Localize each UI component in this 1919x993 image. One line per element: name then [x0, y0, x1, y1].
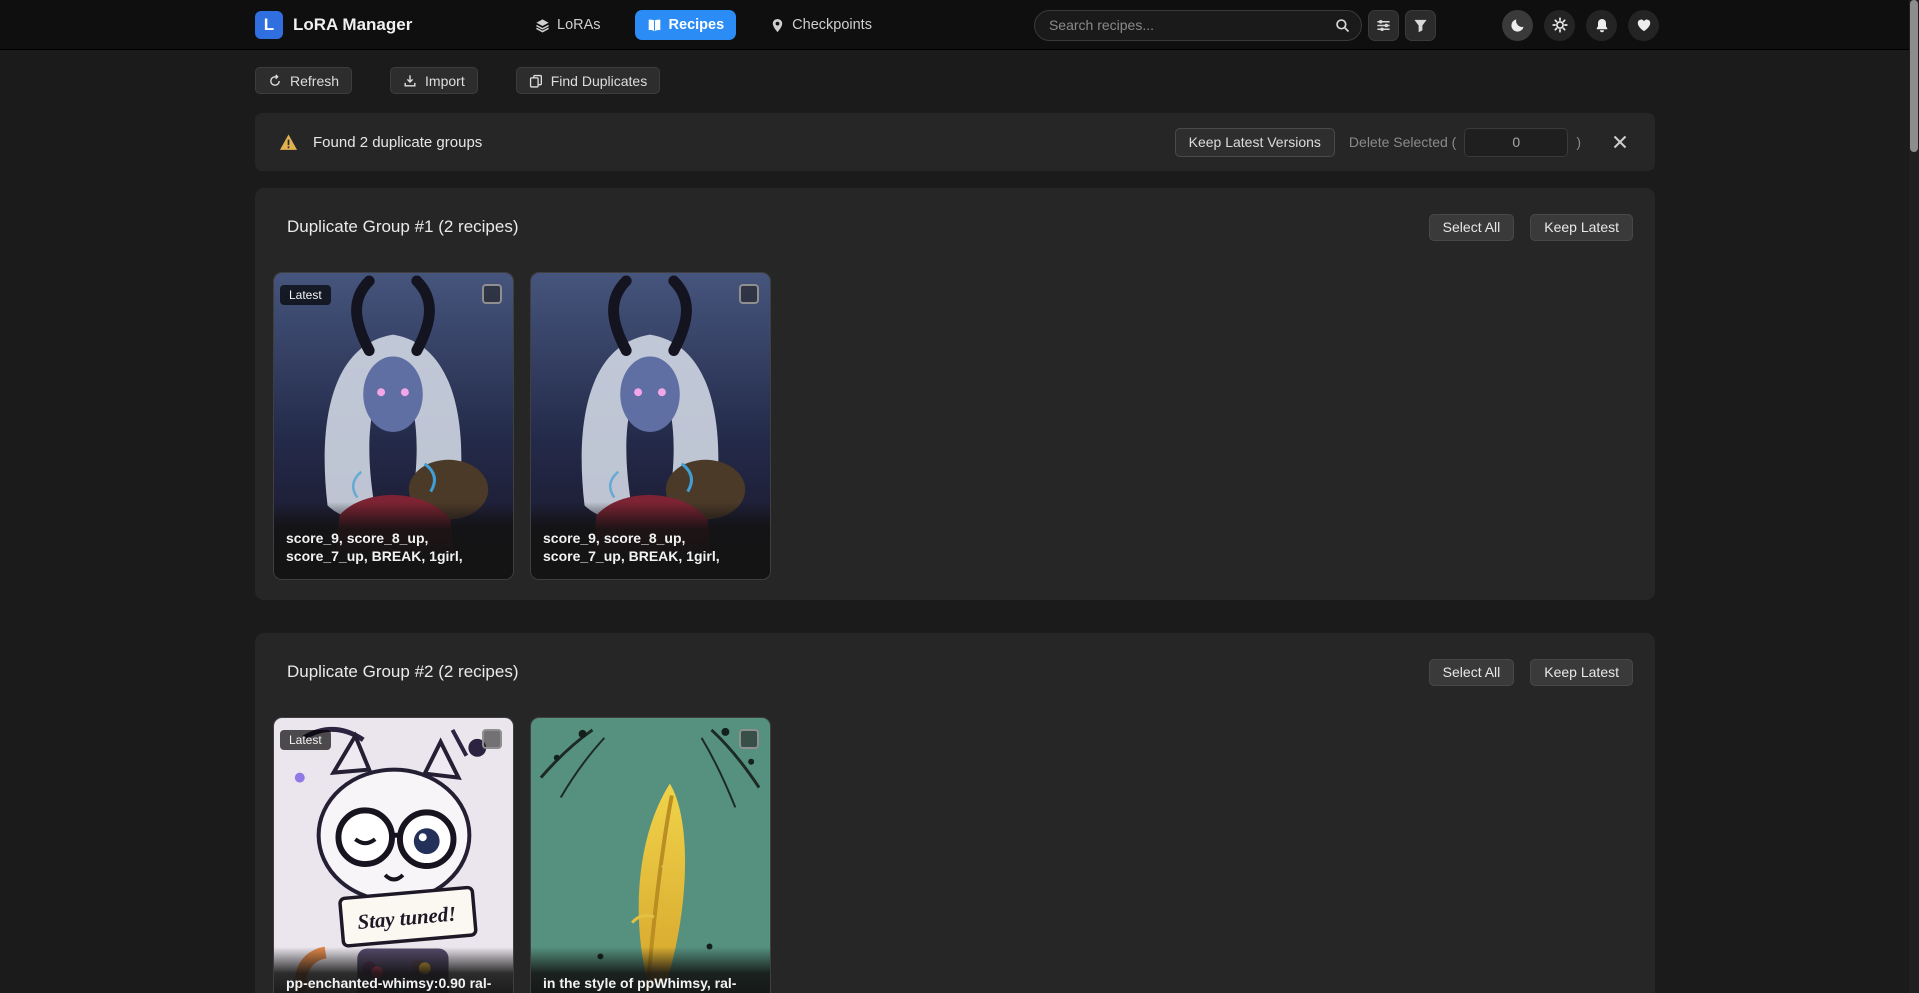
latest-badge: Latest — [280, 730, 331, 750]
card-checkbox[interactable] — [739, 729, 759, 749]
page: L LoRA Manager LoRAs — [0, 0, 1919, 993]
app-header: L LoRA Manager LoRAs — [0, 0, 1919, 50]
filter-button[interactable] — [1405, 10, 1436, 41]
layers-icon — [535, 18, 550, 33]
recipe-card[interactable]: Stay tuned! Latest — [273, 717, 514, 993]
notifications-button[interactable] — [1586, 10, 1617, 41]
keep-latest-versions-button[interactable]: Keep Latest Versions — [1175, 128, 1335, 157]
card-checkbox[interactable] — [482, 284, 502, 304]
scrollbar-track[interactable] — [1909, 0, 1919, 993]
delete-selected-suffix: ) — [1576, 134, 1581, 150]
bell-icon — [1594, 17, 1610, 33]
nav-tab-recipes[interactable]: Recipes — [635, 10, 737, 40]
copy-icon — [529, 74, 543, 88]
scrollbar-thumb[interactable] — [1910, 0, 1918, 152]
refresh-label: Refresh — [290, 73, 339, 89]
duplicate-group-2: Duplicate Group #2 (2 recipes) Select Al… — [255, 633, 1655, 993]
toolbar: Refresh Import Find Duplicates — [255, 67, 1655, 94]
map-pin-icon — [770, 18, 785, 33]
settings-button[interactable] — [1544, 10, 1575, 41]
sliders-icon — [1376, 18, 1391, 33]
recipe-card[interactable]: Latest score_9, score_8_up, score_7_up, … — [273, 272, 514, 580]
recipe-card[interactable]: in the style of ppWhimsy, ral-frctlgmtry… — [530, 717, 771, 993]
recipe-caption: pp-enchanted-whimsy:0.90 ral-frctlgmtry_… — [274, 947, 513, 993]
gear-icon — [1552, 17, 1568, 33]
close-icon — [1613, 135, 1627, 149]
import-icon — [403, 74, 417, 88]
duplicate-group-1: Duplicate Group #1 (2 recipes) Select Al… — [255, 188, 1655, 600]
card-checkbox[interactable] — [739, 284, 759, 304]
alert-message: Found 2 duplicate groups — [313, 134, 482, 151]
nav-tab-label: LoRAs — [557, 17, 601, 33]
refresh-icon — [268, 74, 282, 88]
nav-tab-label: Checkpoints — [792, 17, 872, 33]
find-duplicates-label: Find Duplicates — [551, 73, 648, 89]
find-duplicates-button[interactable]: Find Duplicates — [516, 67, 661, 94]
header-actions — [1502, 10, 1659, 41]
recipe-caption: in the style of ppWhimsy, ral-frctlgmtry… — [531, 947, 770, 993]
keep-latest-button[interactable]: Keep Latest — [1530, 659, 1633, 686]
recipe-caption: score_9, score_8_up, score_7_up, BREAK, … — [274, 502, 513, 579]
delete-selected-control[interactable]: Delete Selected ( ) — [1349, 128, 1581, 157]
app-logo-icon: L — [255, 11, 283, 39]
duplicates-alert: Found 2 duplicate groups Keep Latest Ver… — [255, 113, 1655, 171]
search-group — [1034, 10, 1436, 41]
app-brand[interactable]: L LoRA Manager — [255, 11, 523, 39]
nav-tab-loras[interactable]: LoRAs — [523, 10, 613, 40]
nav-tab-label: Recipes — [669, 17, 725, 33]
latest-badge: Latest — [280, 285, 331, 305]
card-checkbox[interactable] — [482, 729, 502, 749]
book-icon — [647, 18, 662, 33]
search-input[interactable] — [1034, 10, 1362, 41]
import-button[interactable]: Import — [390, 67, 478, 94]
delete-selected-prefix: Delete Selected ( — [1349, 134, 1456, 150]
group-title: Duplicate Group #1 (2 recipes) — [287, 217, 519, 237]
group-title: Duplicate Group #2 (2 recipes) — [287, 662, 519, 682]
heart-icon — [1636, 17, 1652, 33]
import-label: Import — [425, 73, 465, 89]
search-icon[interactable] — [1335, 18, 1350, 33]
moon-icon — [1510, 17, 1526, 33]
warning-icon — [279, 133, 298, 152]
recipe-caption: score_9, score_8_up, score_7_up, BREAK, … — [531, 502, 770, 579]
keep-latest-button[interactable]: Keep Latest — [1530, 214, 1633, 241]
main-nav: LoRAs Recipes Checkpoints — [523, 10, 884, 40]
close-alert-button[interactable] — [1609, 131, 1631, 153]
funnel-icon — [1413, 18, 1428, 33]
sort-options-button[interactable] — [1368, 10, 1399, 41]
delete-count-input[interactable] — [1464, 128, 1568, 157]
theme-toggle-button[interactable] — [1502, 10, 1533, 41]
app-title: LoRA Manager — [293, 15, 412, 35]
recipe-card[interactable]: score_9, score_8_up, score_7_up, BREAK, … — [530, 272, 771, 580]
select-all-button[interactable]: Select All — [1429, 659, 1515, 686]
favorites-button[interactable] — [1628, 10, 1659, 41]
select-all-button[interactable]: Select All — [1429, 214, 1515, 241]
nav-tab-checkpoints[interactable]: Checkpoints — [758, 10, 884, 40]
refresh-button[interactable]: Refresh — [255, 67, 352, 94]
